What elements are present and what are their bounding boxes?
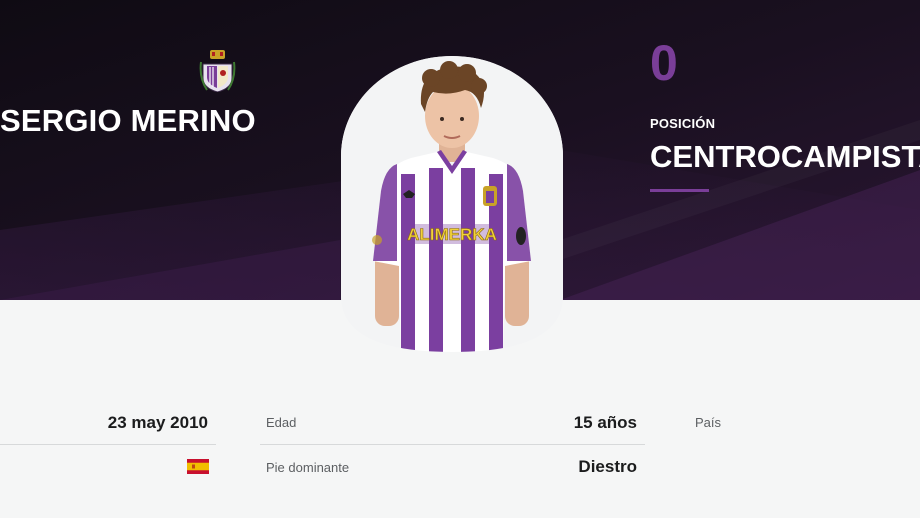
club-crest-icon bbox=[199, 50, 236, 92]
position-label: POSICIÓN bbox=[650, 116, 716, 131]
age-value: 15 años bbox=[573, 413, 637, 432]
player-photo: ALIMERKA bbox=[341, 56, 563, 352]
shirt-sponsor: ALIMERKA bbox=[407, 225, 497, 244]
player-name: SERGIO MERINO bbox=[0, 103, 256, 138]
foot-label: Pie dominante bbox=[266, 460, 350, 475]
birthdate-value: 23 may 2010 bbox=[107, 413, 208, 432]
position-value: CENTROCAMPISTA bbox=[650, 139, 920, 174]
position-underline bbox=[650, 189, 709, 192]
age-label: Edad bbox=[266, 415, 297, 430]
foot-value: Diestro bbox=[578, 457, 637, 476]
divider bbox=[260, 444, 645, 445]
spain-flag-icon bbox=[187, 459, 209, 474]
player-number: 0 bbox=[650, 35, 678, 91]
country-label: País bbox=[695, 415, 722, 430]
player-photo-image: ALIMERKA bbox=[341, 56, 563, 352]
divider bbox=[0, 444, 216, 445]
